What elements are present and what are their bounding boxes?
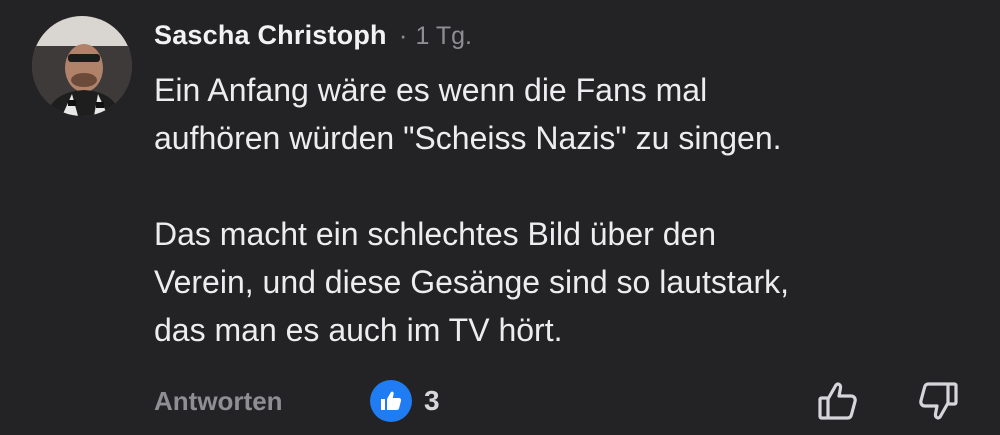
thumbs-up-icon: [370, 380, 412, 422]
meta-separator: ·: [398, 20, 408, 50]
like-count: 3: [424, 385, 440, 416]
comment-line: Das macht ein schlechtes Bild über den: [154, 216, 717, 252]
comment-body: Ein Anfang wäre es wenn die Fans mal auf…: [154, 66, 974, 354]
comment-line: das man es auch im TV hört.: [154, 312, 563, 348]
author-name[interactable]: Sascha Christoph: [154, 20, 387, 51]
reaction-summary[interactable]: 3: [370, 380, 440, 422]
avatar[interactable]: [32, 16, 132, 116]
thumbs-up-outline-icon[interactable]: [816, 379, 860, 423]
comment-actions: Antworten 3: [0, 376, 1000, 426]
comment-header: Sascha Christoph · 1 Tg.: [154, 20, 472, 60]
comment: Sascha Christoph · 1 Tg. Ein Anfang wäre…: [0, 0, 1000, 435]
comment-line: aufhören würden "Scheiss Nazis" zu singe…: [154, 120, 782, 156]
reply-button[interactable]: Antworten: [154, 386, 283, 417]
comment-line: Ein Anfang wäre es wenn die Fans mal: [154, 72, 708, 108]
thumbs-down-outline-icon[interactable]: [916, 379, 960, 423]
timestamp: 1 Tg.: [415, 22, 472, 50]
comment-line: Verein, und diese Gesänge sind so lautst…: [154, 264, 790, 300]
avatar-photo: [32, 16, 132, 116]
